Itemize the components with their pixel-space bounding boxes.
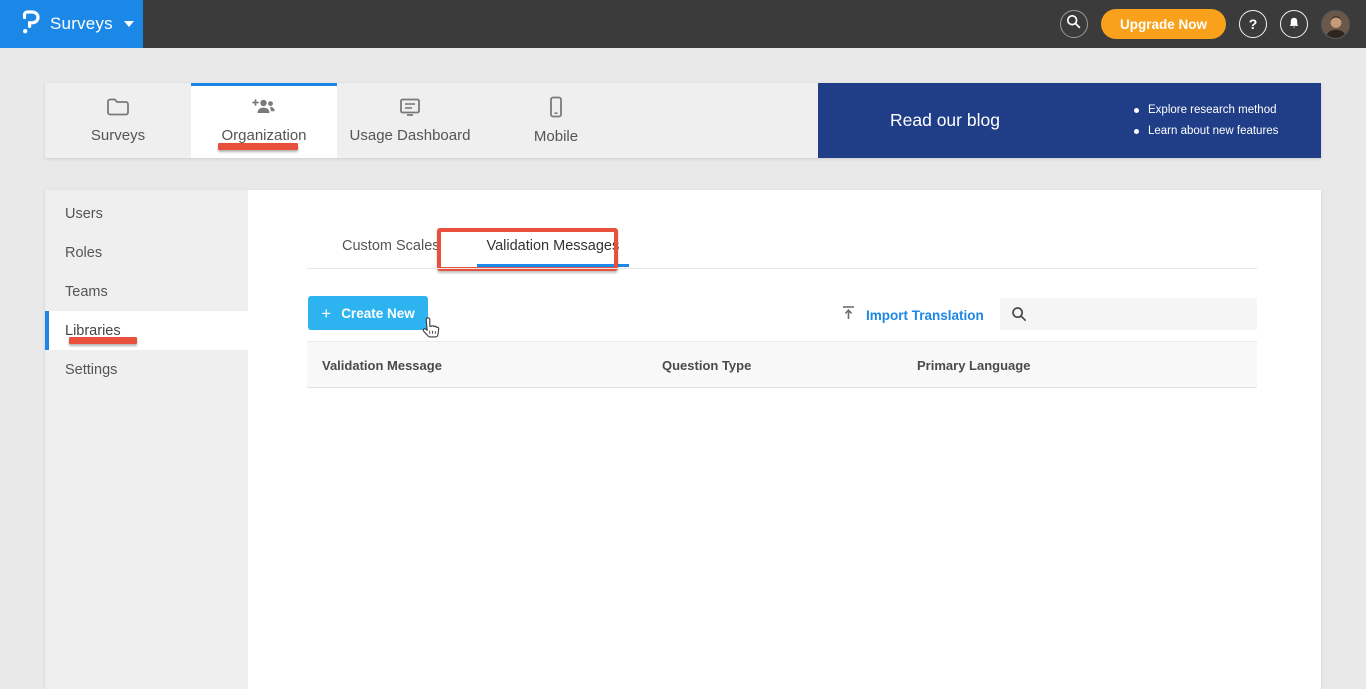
- library-tabs: Custom Scales Validation Messages: [332, 238, 630, 267]
- topbar-actions: Upgrade Now ?: [1059, 0, 1350, 48]
- import-translation-label: Import Translation: [866, 307, 984, 323]
- column-header-validation-message: Validation Message: [322, 358, 442, 373]
- help-icon: ?: [1248, 16, 1258, 32]
- tab-surveys[interactable]: Surveys: [45, 83, 191, 158]
- tabs-divider: [307, 268, 1257, 269]
- tab-mobile[interactable]: Mobile: [483, 83, 629, 158]
- column-header-question-type: Question Type: [662, 358, 752, 373]
- notifications-button[interactable]: [1280, 10, 1308, 38]
- chevron-down-icon: [123, 21, 134, 27]
- search-icon: [1066, 14, 1081, 34]
- dashboard-icon: [398, 97, 422, 122]
- sidebar-item-label: Settings: [65, 361, 118, 378]
- bell-icon: [1286, 14, 1302, 34]
- blog-banner-title: Read our blog: [890, 110, 1000, 130]
- plus-icon: +: [321, 303, 332, 323]
- sidebar-item-teams[interactable]: Teams: [45, 272, 248, 311]
- questionpro-logo-icon: [20, 8, 41, 41]
- module-nav-card: Surveys Organization Usage Dashboard Mob…: [45, 83, 1321, 158]
- validation-table-header: Validation Message Question Type Primary…: [307, 341, 1257, 388]
- bullet-text: Learn about new features: [1148, 125, 1279, 137]
- sidebar-item-label: Users: [65, 205, 103, 222]
- upload-icon: [840, 304, 857, 326]
- product-name: Surveys: [50, 14, 113, 33]
- sidebar-item-settings[interactable]: Settings: [45, 350, 248, 389]
- blog-banner[interactable]: Read our blog Explore research method Le…: [818, 83, 1321, 158]
- sidebar-item-roles[interactable]: Roles: [45, 233, 248, 272]
- search-button[interactable]: [1059, 10, 1088, 38]
- library-search: [1000, 298, 1257, 330]
- tab-usage-dashboard[interactable]: Usage Dashboard: [337, 83, 483, 158]
- bullet-dot: [1134, 128, 1139, 134]
- tab-label: Custom Scales: [342, 238, 440, 254]
- tab-validation-messages[interactable]: Validation Messages: [476, 238, 630, 267]
- annotation-underline-organization: [218, 143, 298, 150]
- tab-label: Usage Dashboard: [349, 127, 471, 144]
- sidebar-item-label: Teams: [65, 283, 108, 300]
- search-input[interactable]: [1000, 298, 1257, 330]
- tab-label: Surveys: [90, 127, 146, 144]
- tab-label: Validation Messages: [486, 238, 620, 254]
- tab-custom-scales[interactable]: Custom Scales: [332, 238, 450, 267]
- blog-banner-bullets: Explore research method Learn about new …: [1134, 83, 1278, 158]
- bullet-text: Explore research method: [1148, 104, 1277, 116]
- avatar[interactable]: [1321, 9, 1350, 39]
- content-card: Users Roles Teams Libraries Settings Cus…: [45, 190, 1321, 689]
- upgrade-button[interactable]: Upgrade Now: [1100, 9, 1226, 39]
- column-header-primary-language: Primary Language: [917, 358, 1031, 373]
- tab-label: Mobile: [533, 128, 579, 145]
- create-new-label: Create New: [341, 305, 415, 321]
- tab-label: Organization: [221, 127, 307, 144]
- people-add-icon: [250, 97, 278, 122]
- create-new-button[interactable]: + Create New: [308, 296, 428, 330]
- bullet-dot: [1134, 107, 1139, 113]
- topbar: Surveys Upgrade Now ?: [0, 0, 1366, 48]
- libraries-main-panel: Custom Scales Validation Messages + Crea…: [248, 190, 1321, 689]
- help-button[interactable]: ?: [1239, 10, 1267, 38]
- sidebar-item-label: Roles: [65, 244, 103, 261]
- sidebar-item-libraries[interactable]: Libraries: [45, 311, 248, 350]
- folder-icon: [106, 97, 130, 122]
- organization-sidebar: Users Roles Teams Libraries Settings: [45, 190, 248, 689]
- annotation-underline-libraries: [69, 337, 137, 344]
- app-window: Surveys Upgrade Now ? Surveys Organizati…: [0, 0, 1366, 689]
- mobile-icon: [548, 96, 564, 123]
- product-switcher[interactable]: Surveys: [0, 0, 143, 48]
- import-translation-link[interactable]: Import Translation: [840, 304, 984, 326]
- sidebar-item-users[interactable]: Users: [45, 194, 248, 233]
